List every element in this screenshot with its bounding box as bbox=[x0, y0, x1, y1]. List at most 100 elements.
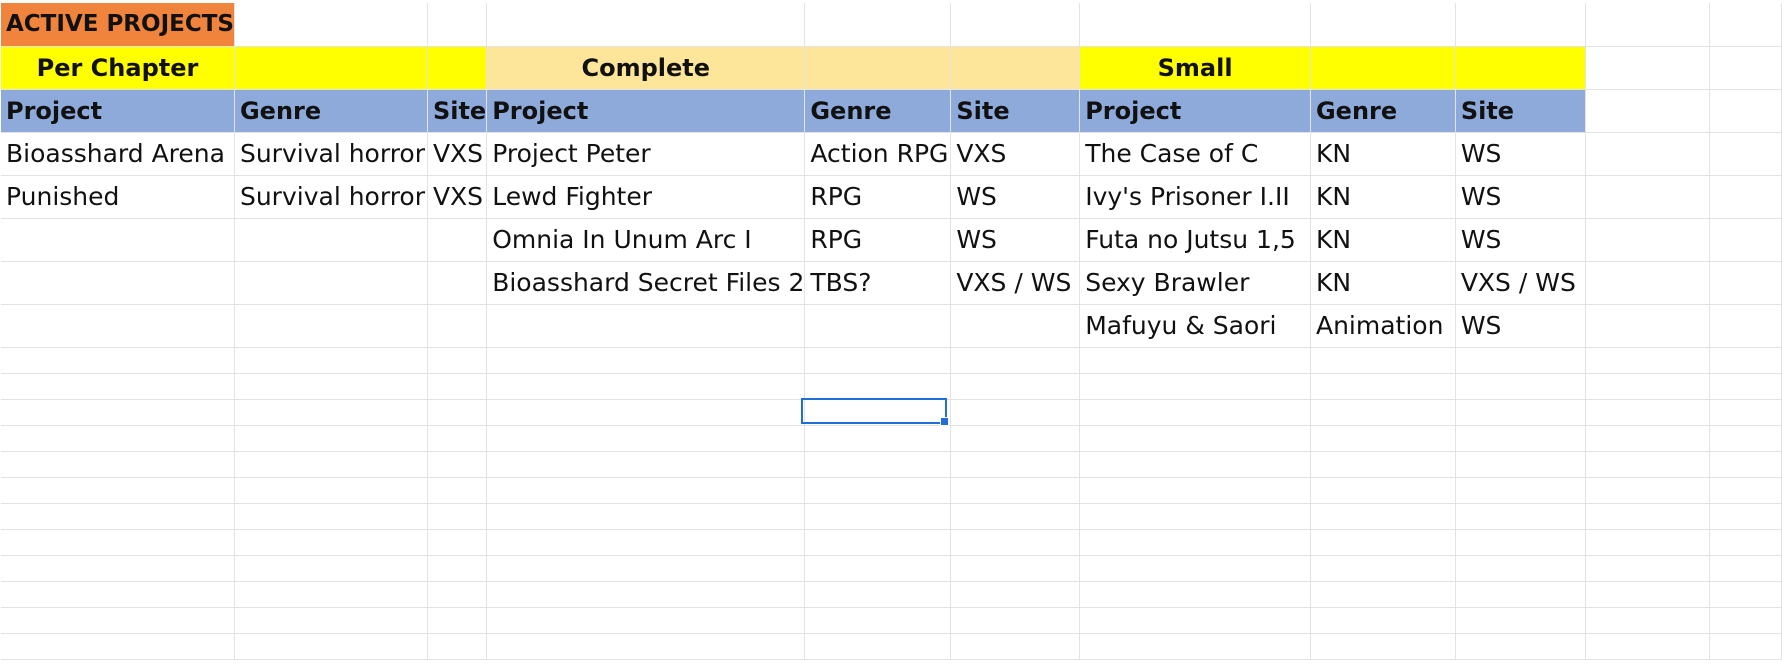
empty-cell[interactable] bbox=[950, 3, 1081, 47]
empty-cell[interactable] bbox=[950, 425, 1081, 452]
empty-cell[interactable] bbox=[1585, 175, 1710, 219]
empty-cell[interactable] bbox=[234, 261, 428, 305]
empty-cell[interactable] bbox=[1310, 503, 1456, 530]
empty-cell[interactable] bbox=[1585, 451, 1710, 478]
empty-cell[interactable] bbox=[234, 581, 428, 608]
empty-cell[interactable] bbox=[1585, 373, 1710, 400]
empty-cell[interactable] bbox=[234, 3, 428, 47]
empty-cell[interactable] bbox=[1585, 218, 1710, 262]
empty-cell[interactable] bbox=[234, 218, 428, 262]
empty-cell[interactable] bbox=[1310, 373, 1456, 400]
empty-cell[interactable] bbox=[804, 607, 952, 634]
empty-cell[interactable] bbox=[1, 399, 235, 426]
empty-cell[interactable] bbox=[486, 3, 806, 47]
empty-cell[interactable] bbox=[1, 529, 235, 556]
header-site[interactable]: Site bbox=[427, 89, 488, 133]
empty-cell[interactable] bbox=[234, 633, 428, 660]
empty-cell[interactable] bbox=[1455, 503, 1586, 530]
empty-cell[interactable] bbox=[1310, 347, 1456, 374]
empty-cell[interactable] bbox=[1310, 581, 1456, 608]
empty-cell[interactable] bbox=[1, 218, 235, 262]
empty-cell[interactable] bbox=[427, 261, 488, 305]
empty-cell[interactable] bbox=[1310, 633, 1456, 660]
empty-cell[interactable] bbox=[1585, 89, 1710, 133]
empty-cell[interactable] bbox=[1079, 503, 1311, 530]
empty-cell[interactable] bbox=[486, 581, 806, 608]
group-fill-cell[interactable] bbox=[234, 46, 428, 90]
empty-cell[interactable] bbox=[804, 373, 952, 400]
empty-cell[interactable] bbox=[1585, 529, 1710, 556]
empty-cell[interactable] bbox=[804, 304, 952, 348]
empty-cell[interactable] bbox=[1709, 581, 1782, 608]
group-per-chapter[interactable]: Per Chapter bbox=[1, 46, 235, 90]
empty-cell[interactable] bbox=[1455, 581, 1586, 608]
empty-cell[interactable] bbox=[804, 555, 952, 582]
empty-cell[interactable] bbox=[1709, 175, 1782, 219]
empty-cell[interactable] bbox=[1585, 503, 1710, 530]
empty-cell[interactable] bbox=[1455, 373, 1586, 400]
empty-cell[interactable] bbox=[950, 477, 1081, 504]
genre-cell[interactable]: RPG bbox=[804, 175, 952, 219]
empty-cell[interactable] bbox=[950, 529, 1081, 556]
empty-cell[interactable] bbox=[950, 304, 1081, 348]
project-cell[interactable]: Omnia In Unum Arc I bbox=[486, 218, 806, 262]
empty-cell[interactable] bbox=[1709, 89, 1782, 133]
empty-cell[interactable] bbox=[1709, 132, 1782, 176]
group-fill-cell[interactable] bbox=[804, 46, 952, 90]
empty-cell[interactable] bbox=[1, 503, 235, 530]
empty-cell[interactable] bbox=[1079, 581, 1311, 608]
empty-cell[interactable] bbox=[234, 607, 428, 634]
genre-cell[interactable]: Survival horror bbox=[234, 132, 428, 176]
empty-cell[interactable] bbox=[427, 581, 488, 608]
empty-cell[interactable] bbox=[1079, 425, 1311, 452]
group-complete[interactable]: Complete bbox=[486, 46, 806, 90]
empty-cell[interactable] bbox=[804, 581, 952, 608]
header-project[interactable]: Project bbox=[1079, 89, 1311, 133]
empty-cell[interactable] bbox=[1455, 347, 1586, 374]
empty-cell[interactable] bbox=[804, 477, 952, 504]
empty-cell[interactable] bbox=[1079, 373, 1311, 400]
empty-cell[interactable] bbox=[1585, 399, 1710, 426]
empty-cell[interactable] bbox=[1, 607, 235, 634]
empty-cell[interactable] bbox=[427, 503, 488, 530]
empty-cell[interactable] bbox=[1310, 451, 1456, 478]
empty-cell[interactable] bbox=[804, 399, 952, 426]
project-cell[interactable]: Futa no Jutsu 1,5 bbox=[1079, 218, 1311, 262]
genre-cell[interactable]: KN bbox=[1310, 261, 1456, 305]
empty-cell[interactable] bbox=[234, 425, 428, 452]
empty-cell[interactable] bbox=[1, 451, 235, 478]
empty-cell[interactable] bbox=[950, 633, 1081, 660]
genre-cell[interactable]: Survival horror bbox=[234, 175, 428, 219]
project-cell[interactable]: Project Peter bbox=[486, 132, 806, 176]
empty-cell[interactable] bbox=[1455, 477, 1586, 504]
empty-cell[interactable] bbox=[1310, 477, 1456, 504]
empty-cell[interactable] bbox=[1079, 399, 1311, 426]
empty-cell[interactable] bbox=[1585, 261, 1710, 305]
empty-cell[interactable] bbox=[1079, 347, 1311, 374]
empty-cell[interactable] bbox=[486, 529, 806, 556]
group-fill-cell[interactable] bbox=[950, 46, 1081, 90]
empty-cell[interactable] bbox=[234, 451, 428, 478]
empty-cell[interactable] bbox=[234, 477, 428, 504]
empty-cell[interactable] bbox=[1079, 3, 1311, 47]
empty-cell[interactable] bbox=[1709, 218, 1782, 262]
empty-cell[interactable] bbox=[427, 304, 488, 348]
empty-cell[interactable] bbox=[804, 3, 952, 47]
empty-cell[interactable] bbox=[486, 304, 806, 348]
empty-cell[interactable] bbox=[427, 3, 488, 47]
genre-cell[interactable]: TBS? bbox=[804, 261, 952, 305]
empty-cell[interactable] bbox=[1, 261, 235, 305]
project-cell[interactable]: Lewd Fighter bbox=[486, 175, 806, 219]
empty-cell[interactable] bbox=[486, 347, 806, 374]
empty-cell[interactable] bbox=[1079, 529, 1311, 556]
empty-cell[interactable] bbox=[234, 347, 428, 374]
empty-cell[interactable] bbox=[1310, 529, 1456, 556]
empty-cell[interactable] bbox=[1079, 555, 1311, 582]
empty-cell[interactable] bbox=[950, 373, 1081, 400]
empty-cell[interactable] bbox=[1, 347, 235, 374]
empty-cell[interactable] bbox=[950, 347, 1081, 374]
empty-cell[interactable] bbox=[427, 399, 488, 426]
group-fill-cell[interactable] bbox=[427, 46, 488, 90]
empty-cell[interactable] bbox=[234, 373, 428, 400]
empty-cell[interactable] bbox=[1079, 451, 1311, 478]
